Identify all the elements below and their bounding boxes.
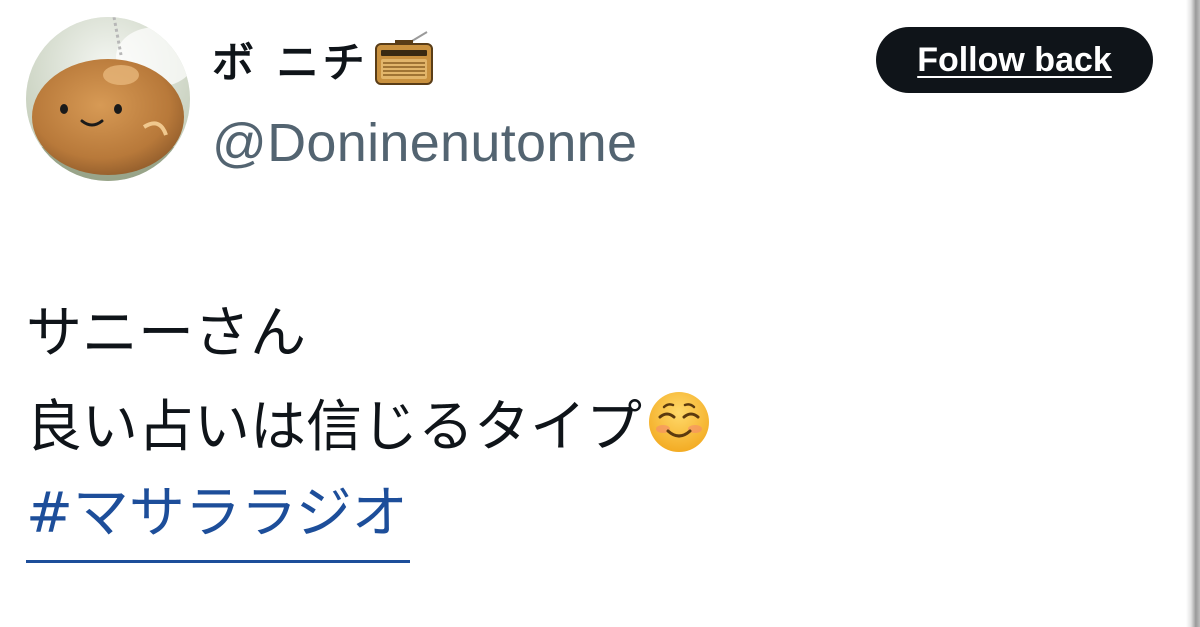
display-name-text: ボ ニチ xyxy=(212,37,369,87)
smiling-face-icon xyxy=(649,392,709,452)
avatar[interactable] xyxy=(26,17,190,181)
display-name[interactable]: ボ ニチ xyxy=(212,24,435,94)
tweet-text-line: 良い占いは信じるタイプ xyxy=(26,382,712,462)
user-handle[interactable]: @Doninenutonne xyxy=(212,112,637,174)
tweet-text-line: サニーさん xyxy=(26,300,306,366)
radio-icon xyxy=(374,31,433,85)
follow-back-button[interactable]: Follow back xyxy=(876,27,1153,93)
scrollbar-edge[interactable] xyxy=(1186,0,1200,627)
plush-bun-avatar-image xyxy=(26,17,190,181)
hashtag-link[interactable]: #マサララジオ xyxy=(26,474,410,563)
tweet-text-line-content: 良い占いは信じるタイプ xyxy=(26,394,642,460)
